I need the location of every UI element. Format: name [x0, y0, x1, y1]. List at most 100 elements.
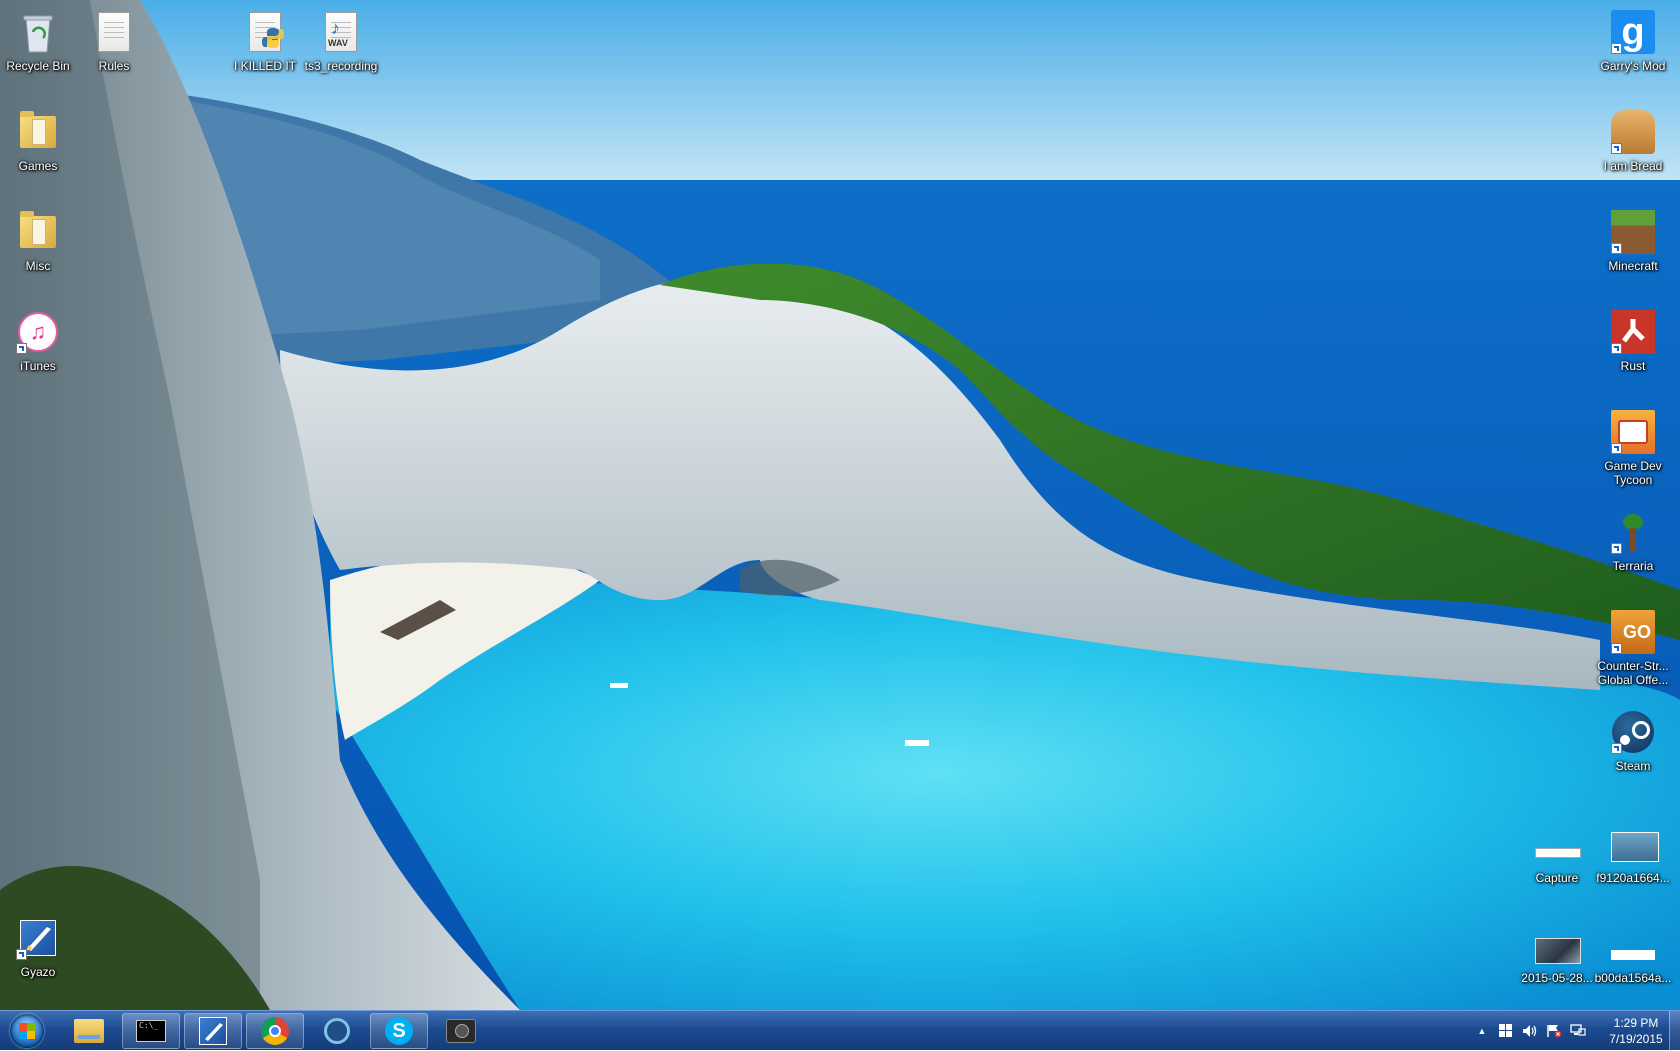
- i-am-bread-label: I am Bread: [1603, 159, 1663, 173]
- desktop-wallpaper: [0, 0, 1680, 1010]
- terraria-shortcut-icon[interactable]: Terraria: [1591, 508, 1675, 573]
- music-note-icon: ♪: [331, 18, 340, 38]
- rust-game-icon: [1609, 308, 1657, 356]
- shortcut-arrow-icon: [1611, 43, 1622, 54]
- gyazo-icon: [199, 1017, 227, 1045]
- text-document-icon: [90, 8, 138, 56]
- f9120-image-icon[interactable]: f9120a1664...: [1591, 820, 1675, 885]
- taskbar-gyazo-button[interactable]: [184, 1013, 242, 1049]
- screenshot-2015-image-icon[interactable]: 2015-05-28...: [1515, 920, 1599, 985]
- games-folder-icon[interactable]: Games: [0, 108, 80, 173]
- shortcut-arrow-icon: [1611, 243, 1622, 254]
- recycle-bin-label: Recycle Bin: [6, 59, 70, 73]
- shortcut-arrow-icon: [1611, 643, 1622, 654]
- image-thumbnail-icon: [1609, 820, 1659, 868]
- ts3-recording-label: ts3_recording: [304, 59, 378, 73]
- show-desktop-button[interactable]: [1669, 1011, 1680, 1051]
- b00da-image-icon[interactable]: b00da1564a...: [1591, 920, 1675, 985]
- network-icon[interactable]: [1570, 1023, 1586, 1039]
- recycle-bin-desktop-icon[interactable]: Recycle Bin: [0, 8, 80, 73]
- minecraft-shortcut-icon[interactable]: Minecraft: [1591, 208, 1675, 273]
- start-button[interactable]: [4, 1012, 50, 1050]
- garrys-mod-shortcut-icon[interactable]: g Garry's Mod: [1591, 8, 1675, 73]
- image-thumbnail-icon: [1533, 920, 1581, 968]
- taskbar-media-button[interactable]: [432, 1013, 490, 1049]
- system-tray: ▲ 1:29 PM 7/19/2015: [1470, 1011, 1668, 1051]
- terraria-label: Terraria: [1612, 559, 1654, 573]
- chrome-icon: [261, 1017, 289, 1045]
- folder-icon: [74, 1019, 104, 1043]
- taskbar: C:\_ S ▲ 1:29 PM 7/19/2015: [0, 1010, 1680, 1051]
- game-dev-tycoon-label: Game Dev Tycoon: [1604, 459, 1662, 487]
- clock-date: 7/19/2015: [1609, 1032, 1663, 1046]
- taskbar-skype-button[interactable]: S: [370, 1013, 428, 1049]
- taskbar-ts3-button[interactable]: [308, 1013, 366, 1049]
- steam-logo-icon: [1609, 708, 1657, 756]
- shortcut-arrow-icon: [1611, 343, 1622, 354]
- terraria-tree-icon: [1609, 508, 1657, 556]
- taskbar-explorer-button[interactable]: [60, 1013, 118, 1049]
- shortcut-arrow-icon: [1611, 443, 1622, 454]
- skype-icon: S: [385, 1017, 413, 1045]
- i-am-bread-shortcut-icon[interactable]: I am Bread: [1591, 108, 1675, 173]
- image-thumbnail-icon: [1609, 920, 1657, 968]
- capture-label: Capture: [1535, 871, 1579, 885]
- i-killed-it-label: I KILLED IT: [233, 59, 297, 73]
- csgo-shortcut-icon[interactable]: GO Counter-Str... Global Offe...: [1591, 608, 1675, 687]
- gyazo-icon: [14, 914, 62, 962]
- rules-file-icon[interactable]: Rules: [72, 8, 156, 73]
- folder-icon: [14, 108, 62, 156]
- rules-label: Rules: [98, 59, 130, 73]
- wav-audio-icon: ♪ WAV: [317, 8, 365, 56]
- gyazo-label: Gyazo: [20, 965, 56, 979]
- clock-time: 1:29 PM: [1613, 1016, 1659, 1030]
- rust-label: Rust: [1620, 359, 1646, 373]
- capture-image-icon[interactable]: Capture: [1515, 820, 1599, 885]
- taskbar-clock[interactable]: 1:29 PM 7/19/2015: [1604, 1015, 1668, 1047]
- taskbar-cmd-button[interactable]: C:\_: [122, 1013, 180, 1049]
- bread-icon: [1609, 108, 1657, 156]
- game-dev-tycoon-shortcut-icon[interactable]: Game Dev Tycoon: [1591, 408, 1675, 487]
- shortcut-arrow-icon: [1611, 143, 1622, 154]
- shortcut-arrow-icon: [16, 949, 27, 960]
- f9120-label: f9120a1664...: [1596, 871, 1670, 885]
- games-label: Games: [18, 159, 58, 173]
- misc-label: Misc: [25, 259, 51, 273]
- itunes-label: iTunes: [20, 359, 56, 373]
- itunes-icon: ♫: [14, 308, 62, 356]
- wav-badge: WAV: [328, 38, 348, 48]
- b00da-label: b00da1564a...: [1594, 971, 1672, 985]
- image-thumbnail-icon: [1533, 820, 1581, 868]
- shortcut-arrow-icon: [1611, 543, 1622, 554]
- folder-icon: [14, 208, 62, 256]
- ts3-recording-file-icon[interactable]: ♪ WAV ts3_recording: [299, 8, 383, 73]
- film-camera-icon: [446, 1019, 476, 1043]
- windows-logo-icon: [10, 1014, 44, 1048]
- rust-shortcut-icon[interactable]: Rust: [1591, 308, 1675, 373]
- volume-icon[interactable]: [1522, 1023, 1538, 1039]
- taskbar-chrome-button[interactable]: [246, 1013, 304, 1049]
- garrys-mod-icon: g: [1609, 8, 1657, 56]
- windows-flag-icon[interactable]: [1498, 1023, 1514, 1039]
- i-killed-it-file-icon[interactable]: I KILLED IT: [223, 8, 307, 73]
- csgo-icon: GO: [1609, 608, 1657, 656]
- steam-shortcut-icon[interactable]: Steam: [1591, 708, 1675, 773]
- gyazo-shortcut-icon[interactable]: Gyazo: [0, 914, 80, 979]
- action-center-flag-icon[interactable]: [1546, 1023, 1562, 1039]
- recycle-bin-icon: [14, 8, 62, 56]
- shortcut-arrow-icon: [16, 343, 27, 354]
- show-hidden-icons-button[interactable]: ▲: [1474, 1023, 1490, 1039]
- screenshot-2015-label: 2015-05-28...: [1521, 971, 1593, 985]
- csgo-label: Counter-Str... Global Offe...: [1597, 659, 1669, 687]
- python-script-icon: [241, 8, 289, 56]
- shortcut-arrow-icon: [1611, 743, 1622, 754]
- steam-label: Steam: [1615, 759, 1651, 773]
- teamspeak-icon: [324, 1018, 350, 1044]
- minecraft-label: Minecraft: [1608, 259, 1658, 273]
- garrys-mod-label: Garry's Mod: [1600, 59, 1666, 73]
- command-prompt-icon: C:\_: [136, 1020, 166, 1042]
- game-dev-tycoon-icon: [1609, 408, 1657, 456]
- itunes-shortcut-icon[interactable]: ♫ iTunes: [0, 308, 80, 373]
- misc-folder-icon[interactable]: Misc: [0, 208, 80, 273]
- grass-block-icon: [1609, 208, 1657, 256]
